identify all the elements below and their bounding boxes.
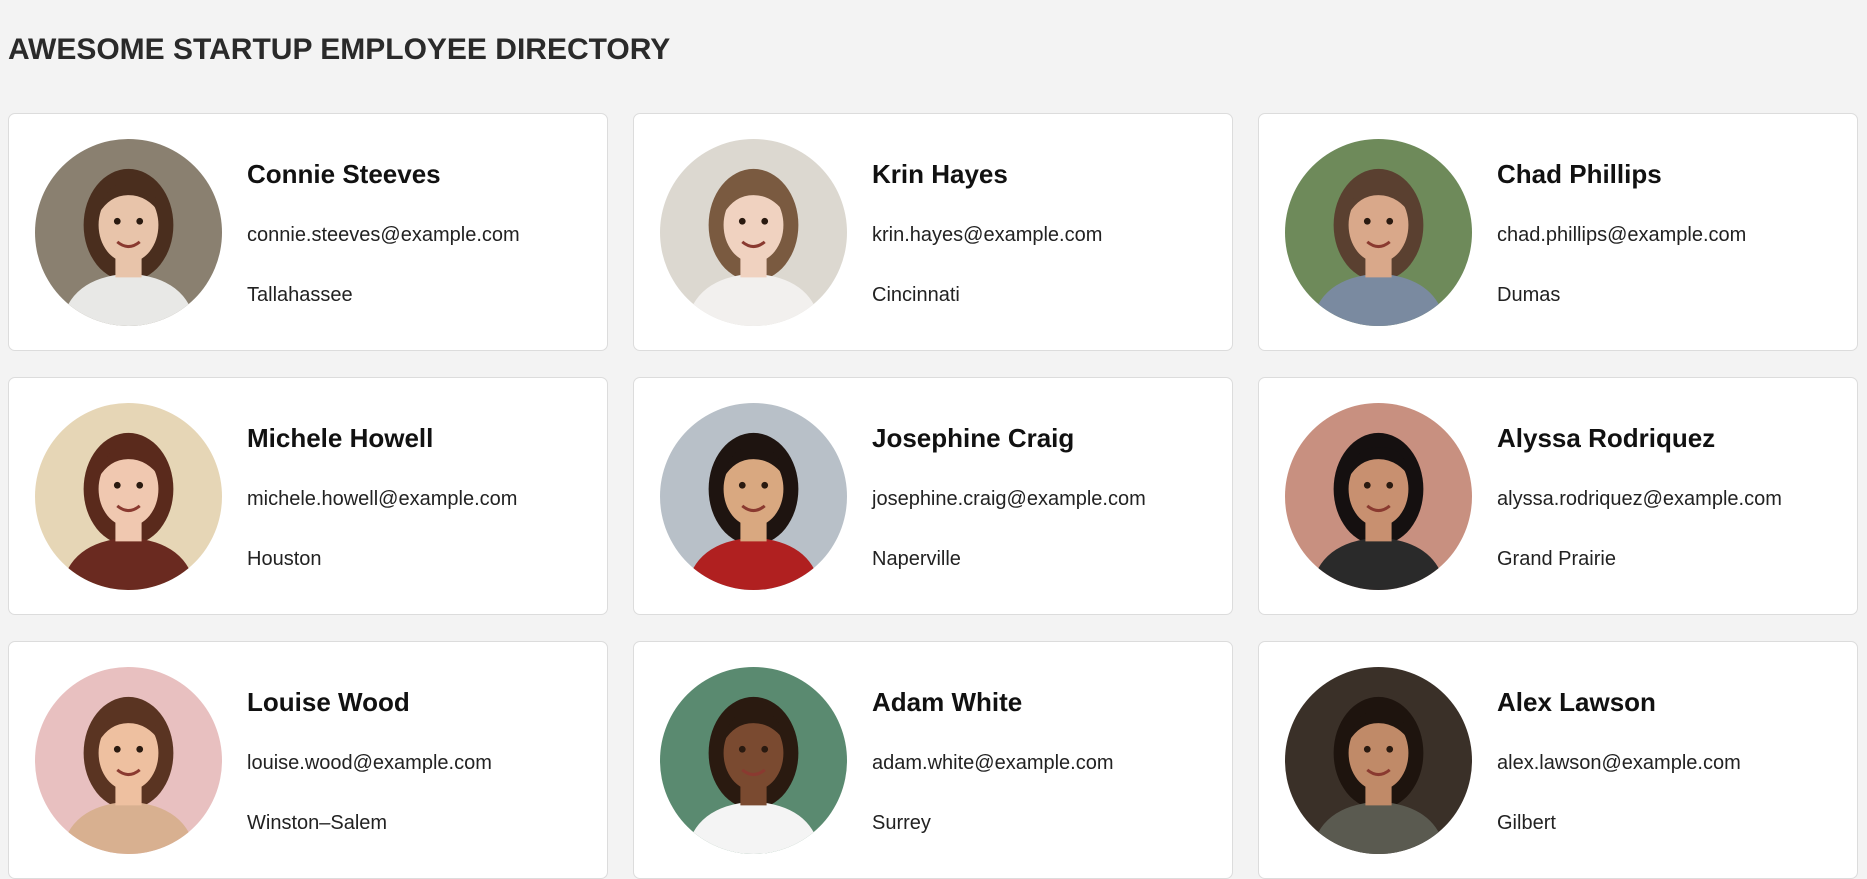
employee-email: connie.steeves@example.com — [247, 224, 520, 246]
employee-card[interactable]: Adam White adam.white@example.com Surrey — [633, 641, 1233, 879]
portrait-icon — [660, 139, 847, 326]
portrait-icon — [660, 667, 847, 854]
employee-card[interactable]: Louise Wood louise.wood@example.com Wins… — [8, 641, 608, 879]
employee-avatar — [660, 139, 847, 326]
employee-city: Cincinnati — [872, 284, 960, 306]
employee-card[interactable]: Josephine Craig josephine.craig@example.… — [633, 377, 1233, 615]
employee-city: Houston — [247, 548, 322, 570]
employee-card[interactable]: Michele Howell michele.howell@example.co… — [8, 377, 608, 615]
employee-city: Grand Prairie — [1497, 548, 1616, 570]
employee-card[interactable]: Krin Hayes krin.hayes@example.com Cincin… — [633, 113, 1233, 351]
employee-avatar — [1285, 403, 1472, 590]
employee-name: Louise Wood — [247, 687, 410, 717]
employee-avatar — [1285, 139, 1472, 326]
employee-card[interactable]: Alyssa Rodriquez alyssa.rodriquez@exampl… — [1258, 377, 1858, 615]
portrait-icon — [660, 403, 847, 590]
employee-avatar — [660, 667, 847, 854]
employee-email: chad.phillips@example.com — [1497, 224, 1747, 246]
employee-avatar — [1285, 667, 1472, 854]
portrait-icon — [35, 403, 222, 590]
portrait-icon — [1285, 667, 1472, 854]
employee-name: Michele Howell — [247, 423, 434, 453]
portrait-icon — [35, 139, 222, 326]
employee-city: Gilbert — [1497, 812, 1556, 834]
employee-avatar — [660, 403, 847, 590]
employee-email: josephine.craig@example.com — [872, 488, 1146, 510]
employee-name: Josephine Craig — [872, 423, 1075, 453]
employee-name: Adam White — [872, 687, 1023, 717]
employee-name: Connie Steeves — [247, 159, 441, 189]
employee-card[interactable]: Connie Steeves connie.steeves@example.co… — [8, 113, 608, 351]
employee-city: Winston–Salem — [247, 812, 388, 834]
employee-name: Alyssa Rodriquez — [1497, 423, 1716, 453]
employee-email: louise.wood@example.com — [247, 752, 492, 774]
employee-city: Surrey — [872, 812, 931, 834]
employee-avatar — [35, 139, 222, 326]
employee-name: Alex Lawson — [1497, 687, 1656, 717]
employee-avatar — [35, 667, 222, 854]
page-title: AWESOME STARTUP EMPLOYEE DIRECTORY — [8, 33, 671, 66]
portrait-icon — [1285, 139, 1472, 326]
portrait-icon — [35, 667, 222, 854]
employee-card[interactable]: Chad Phillips chad.phillips@example.com … — [1258, 113, 1858, 351]
employee-city: Dumas — [1497, 284, 1561, 306]
employee-name: Krin Hayes — [872, 159, 1008, 189]
employee-email: alyssa.rodriquez@example.com — [1497, 488, 1782, 510]
employee-email: alex.lawson@example.com — [1497, 752, 1741, 774]
employee-grid: Connie Steeves connie.steeves@example.co… — [8, 113, 1858, 879]
employee-email: adam.white@example.com — [872, 752, 1114, 774]
employee-city: Naperville — [872, 548, 961, 570]
employee-card[interactable]: Alex Lawson alex.lawson@example.com Gilb… — [1258, 641, 1858, 879]
portrait-icon — [1285, 403, 1472, 590]
employee-email: michele.howell@example.com — [247, 488, 518, 510]
employee-city: Tallahassee — [247, 284, 353, 306]
employee-email: krin.hayes@example.com — [872, 224, 1103, 246]
employee-avatar — [35, 403, 222, 590]
employee-name: Chad Phillips — [1497, 159, 1662, 189]
